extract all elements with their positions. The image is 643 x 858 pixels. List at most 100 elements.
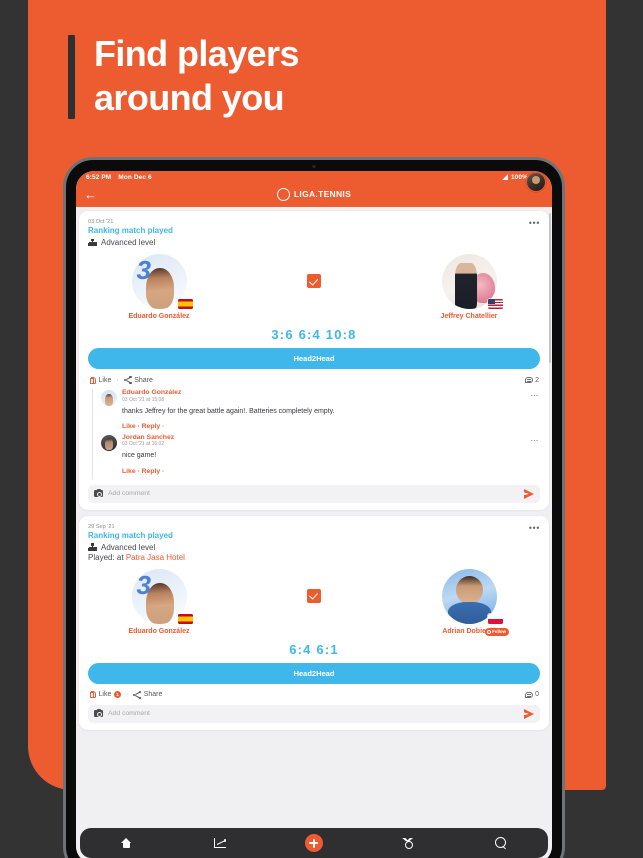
- match-player-left[interactable]: Eduardo González: [110, 568, 208, 635]
- device-screen: 6:52 PM Mon Dec 6 ◢ 100% ← LIGA.TENNIS •…: [76, 171, 552, 858]
- app-header-bar: ← LIGA.TENNIS: [76, 172, 552, 207]
- comment-menu-button[interactable]: ⋯: [530, 436, 539, 445]
- accent-bar: [68, 35, 75, 119]
- scrollbar[interactable]: [549, 213, 551, 363]
- status-bar: 6:52 PM Mon Dec 6 ◢ 100%: [76, 171, 552, 181]
- add-comment-bar: [88, 704, 540, 723]
- post-venue-row: Played: at Patra Jasa Hotel: [88, 553, 540, 562]
- country-flag-icon: [177, 613, 193, 624]
- comment-text: nice game!: [122, 452, 157, 460]
- thumbs-up-icon: [89, 691, 96, 699]
- post-type-link[interactable]: Ranking match played: [88, 531, 540, 540]
- tennis-ball-logo-icon: [276, 187, 290, 201]
- comment-menu-button[interactable]: ⋯: [530, 392, 539, 400]
- head2head-button[interactable]: Head2Head: [88, 348, 540, 369]
- thumbs-up-icon: [89, 376, 96, 384]
- medal-icon: [401, 838, 414, 849]
- country-flag-icon: [487, 299, 503, 309]
- follow-label: Follow: [492, 629, 506, 635]
- list-item: ⋯ Eduardo González 03 Oct '21 at 15:08 t…: [92, 389, 540, 434]
- comment-text: thanks Jeffrey for the great battle agai…: [122, 407, 335, 415]
- comment-bubble-icon: [524, 691, 533, 698]
- comment-input[interactable]: [108, 710, 519, 718]
- post-level-row: Advanced level: [88, 238, 540, 247]
- like-count-badge: 1: [113, 691, 121, 699]
- comment-author[interactable]: Jordan Sanchez: [122, 434, 540, 441]
- country-flag-icon: [177, 299, 193, 309]
- avatar[interactable]: [101, 434, 117, 451]
- nav-home[interactable]: [110, 830, 144, 856]
- share-button[interactable]: Share: [133, 690, 163, 699]
- played-prefix-label: Played: at: [88, 552, 126, 562]
- avatar[interactable]: [526, 172, 546, 192]
- separator-dot: ·: [116, 376, 119, 384]
- player-name[interactable]: Eduardo González: [110, 628, 208, 635]
- camera-icon[interactable]: [94, 488, 103, 498]
- nav-create[interactable]: [297, 830, 331, 856]
- send-icon[interactable]: [524, 708, 534, 719]
- player-name[interactable]: Eduardo González: [110, 313, 208, 320]
- like-label: Like: [98, 691, 112, 699]
- device-bezel: 6:52 PM Mon Dec 6 ◢ 100% ← LIGA.TENNIS •…: [66, 160, 562, 858]
- head2head-button[interactable]: Head2Head: [88, 662, 540, 684]
- send-icon[interactable]: [524, 488, 534, 499]
- share-label: Share: [143, 691, 163, 699]
- post-date: 03 Oct '21: [88, 219, 114, 225]
- feed-post: ••• 29 Sep '21 Ranking match played Adva…: [79, 515, 549, 730]
- separator-dot: ·: [125, 691, 129, 699]
- match-player-left[interactable]: Eduardo González: [110, 254, 208, 320]
- nav-rankings[interactable]: [391, 830, 425, 856]
- back-arrow-icon[interactable]: ←: [84, 188, 97, 201]
- comment-count-value: 0: [535, 691, 539, 699]
- comment-author[interactable]: Eduardo González: [122, 389, 540, 396]
- add-comment-bar: [88, 484, 540, 503]
- status-date: Mon Dec 6: [118, 173, 152, 181]
- comment-count-button[interactable]: 0: [524, 691, 539, 699]
- comment-timestamp: 03 Oct '21 at 16:02: [122, 441, 165, 448]
- person-add-icon: [486, 629, 491, 634]
- page-title: Find players around you: [94, 33, 299, 118]
- app-topbar: 6:52 PM Mon Dec 6 ◢ 100% ← LIGA.TENNIS: [76, 171, 552, 207]
- wifi-icon: ◢: [502, 174, 508, 181]
- like-button[interactable]: Like 1: [89, 691, 121, 699]
- feed-post: ••• 03 Oct '21 Ranking match played Adva…: [79, 211, 549, 510]
- post-engagement-row: Like 1 · Share 0: [88, 690, 540, 699]
- match-row: Eduardo González Jeffrey Chatellier: [88, 254, 540, 320]
- nav-stats[interactable]: [203, 830, 237, 856]
- post-engagement-row: Like · Share 2: [88, 376, 540, 384]
- country-flag-icon: [487, 613, 503, 624]
- comment-actions[interactable]: Like · Reply ·: [122, 423, 540, 430]
- checkbox-checked-icon: [307, 588, 321, 603]
- comment-count-button[interactable]: 2: [524, 377, 539, 384]
- avatar[interactable]: [101, 390, 117, 406]
- stats-chart-icon: [214, 838, 227, 848]
- match-player-right[interactable]: Jeffrey Chatellier: [420, 254, 518, 320]
- comment-input[interactable]: [108, 490, 519, 498]
- bottom-navigation: [76, 824, 552, 858]
- comment-timestamp: 03 Oct '21 at 15:08: [122, 396, 165, 403]
- player-name[interactable]: Jeffrey Chatellier: [420, 313, 518, 320]
- share-button[interactable]: Share: [123, 376, 153, 384]
- status-time: 6:52 PM: [86, 173, 112, 181]
- tablet-device-frame: 6:52 PM Mon Dec 6 ◢ 100% ← LIGA.TENNIS •…: [63, 157, 565, 858]
- venue-link[interactable]: Patra Jasa Hotel: [126, 553, 185, 562]
- nav-find-players[interactable]: [484, 830, 518, 856]
- comment-bubble-icon: [524, 377, 533, 383]
- post-date: 29 Sep '21: [88, 523, 115, 530]
- post-type-link[interactable]: Ranking match played: [88, 226, 540, 235]
- camera-icon[interactable]: [94, 708, 103, 718]
- front-camera-icon: [312, 165, 316, 168]
- plus-icon: [304, 834, 323, 852]
- hierarchy-icon: [88, 543, 97, 551]
- post-menu-button[interactable]: •••: [529, 219, 540, 228]
- match-score: 6:4 6:1: [289, 641, 339, 657]
- follow-button[interactable]: Follow: [484, 628, 509, 636]
- comment-actions[interactable]: Like · Reply ·: [122, 468, 540, 475]
- list-item: ⋯ Jordan Sanchez 03 Oct '21 at 16:02 nic…: [92, 433, 540, 479]
- feed-scroll-area[interactable]: ••• 03 Oct '21 Ranking match played Adva…: [76, 207, 552, 824]
- match-player-right[interactable]: Follow Adrian Dobiecki: [420, 568, 518, 636]
- post-menu-button[interactable]: •••: [529, 523, 540, 533]
- like-button[interactable]: Like: [89, 376, 111, 384]
- share-label: Share: [134, 376, 153, 384]
- post-level-label: Advanced level: [101, 238, 156, 247]
